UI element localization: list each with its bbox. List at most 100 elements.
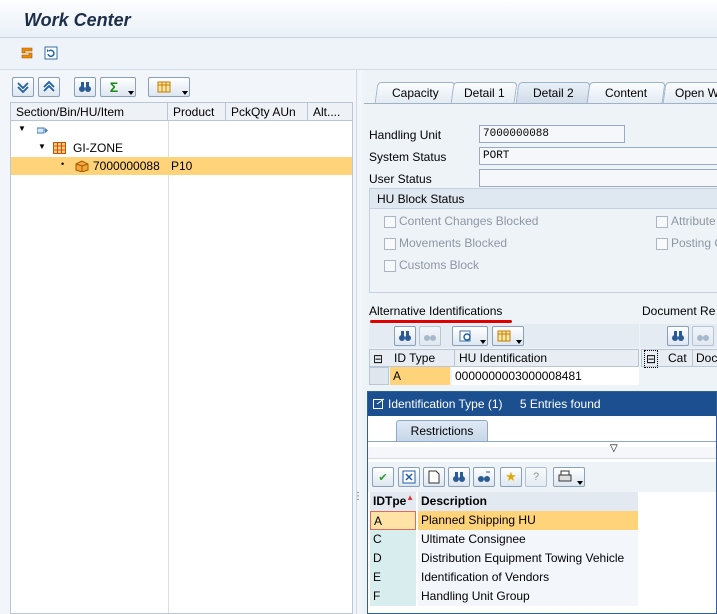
tab-restrictions[interactable]: Restrictions [396, 420, 488, 442]
column-header-hu-identification[interactable]: HU Identification [454, 350, 547, 366]
table-layout-icon [157, 81, 171, 93]
tab-detail-1[interactable]: Detail 1 [450, 82, 518, 104]
alt-hu-identification-cell[interactable]: 0000000003000008481 [452, 367, 639, 385]
title-bar: Work Center [0, 0, 717, 38]
list-item[interactable]: D Distribution Equipment Towing Vehicle [370, 549, 638, 568]
hu-block-status-title: HU Block Status [370, 189, 717, 209]
red-underline [370, 320, 512, 323]
tree-product-hu: P10 [171, 159, 193, 173]
leaf-bullet-icon: • [61, 159, 65, 169]
alt-find-next-button[interactable] [419, 326, 441, 346]
doc-find-button[interactable] [667, 326, 689, 346]
printer-icon [558, 470, 572, 482]
alt-find-button[interactable] [394, 326, 416, 346]
tab-open-w[interactable]: Open W [662, 82, 717, 104]
tab-content[interactable]: Content [586, 82, 666, 104]
column-header-docu[interactable]: Docu [692, 350, 717, 366]
list-item[interactable]: F Handling Unit Group [370, 587, 638, 606]
list-item[interactable]: E Identification of Vendors [370, 568, 638, 587]
handling-unit-label: Handling Unit [369, 128, 442, 142]
find-button[interactable] [74, 77, 96, 97]
expand-arrow-icon[interactable]: ▼ [18, 120, 26, 138]
favorites-button[interactable]: ★ [500, 467, 522, 487]
details-icon [459, 330, 471, 342]
tree-label-section: GI-ZONE [73, 141, 123, 155]
column-header-idtpe[interactable]: IDTpe ▲ [370, 492, 416, 511]
sort-ascending-icon: ▲ [406, 493, 414, 502]
restrictions-collapse-bar[interactable]: ▽ [368, 443, 716, 459]
alt-id-grid-header: ⊟ ID Type HU Identification [369, 349, 639, 367]
customs-block-label: Customs Block [399, 258, 480, 272]
content-changes-blocked-checkbox[interactable] [384, 216, 396, 228]
binoculars-next-icon [697, 335, 709, 341]
layout-button[interactable] [148, 77, 190, 97]
star-icon: ★ [505, 469, 517, 484]
binoculars-icon [672, 331, 684, 341]
tab-capacity[interactable]: Capacity [374, 82, 456, 104]
alt-details-button[interactable] [452, 326, 488, 346]
select-all-icon[interactable]: ⊟ [644, 350, 659, 368]
collapse-down-icon[interactable]: ▽ [610, 443, 618, 454]
collapse-all-button[interactable] [38, 77, 60, 97]
binoculars-next-icon [478, 471, 490, 482]
binoculars-icon [79, 82, 91, 92]
tree-row-root[interactable]: ▼ [11, 121, 352, 139]
column-header-description[interactable]: Description [418, 492, 638, 511]
posting-checkbox[interactable] [656, 238, 668, 250]
tree-row-hu[interactable]: • 7000000088 P10 [11, 157, 352, 175]
column-header-cat[interactable]: Cat [668, 350, 687, 366]
identification-type-popup: Identification Type (1) 5 Entries found … [367, 391, 717, 614]
column-header-product[interactable]: Product [168, 103, 226, 121]
help-button[interactable]: ? [525, 467, 547, 487]
select-all-icon[interactable]: ⊟ [373, 351, 383, 367]
tab-detail-2[interactable]: Detail 2 [515, 82, 591, 104]
column-header-id-type[interactable]: ID Type [394, 350, 435, 366]
popup-find-button[interactable] [448, 467, 470, 487]
window-icon [373, 398, 385, 409]
popup-title-bar: Identification Type (1) 5 Entries found [368, 392, 716, 416]
value-list-header: IDTpe ▲ Description [370, 492, 638, 511]
storage-section-icon [53, 142, 66, 154]
value-list: IDTpe ▲ Description A Planned Shipping HU … [370, 492, 638, 608]
handling-unit-box-icon [75, 160, 89, 172]
handling-unit-field[interactable]: 7000000088 [479, 125, 625, 143]
expand-icon [17, 82, 29, 94]
popup-find-next-button[interactable] [473, 467, 495, 487]
tree-header: Section/Bin/HU/Item Product PckQty AUn A… [11, 103, 352, 121]
print-button[interactable] [553, 467, 585, 487]
column-header-section[interactable]: Section/Bin/HU/Item [11, 103, 168, 121]
customs-block-checkbox[interactable] [384, 260, 396, 272]
column-header-alt[interactable]: Alt.... [308, 103, 354, 121]
movements-blocked-checkbox[interactable] [384, 238, 396, 250]
document-re-title: Document Re [642, 304, 716, 318]
list-item[interactable]: C Ultimate Consignee [370, 530, 638, 549]
system-status-label: System Status [369, 150, 447, 164]
sigma-icon: Σ [109, 79, 119, 95]
column-header-pckqty[interactable]: PckQty AUn [226, 103, 308, 121]
user-status-label: User Status [369, 172, 432, 186]
attribute-checkbox[interactable] [656, 216, 668, 228]
popup-entries-found: 5 Entries found [519, 397, 601, 411]
movements-blocked-label: Movements Blocked [399, 236, 508, 250]
doc-find-next-button[interactable] [692, 326, 714, 346]
doc-grid-header: ⊟ Cat Docu [641, 349, 717, 368]
user-status-field[interactable] [479, 169, 717, 187]
confirm-button[interactable]: ✔ [372, 467, 394, 487]
hu-tree: Section/Bin/HU/Item Product PckQty AUn A… [10, 102, 353, 614]
hu-block-status-group: HU Block Status Content Changes Blocked … [369, 188, 717, 293]
row-selector[interactable] [369, 367, 389, 385]
new-entry-button[interactable] [423, 467, 445, 487]
cancel-button[interactable] [398, 467, 420, 487]
collapse-icon [43, 80, 55, 92]
system-status-field[interactable]: PORT [479, 147, 717, 165]
sum-button[interactable]: Σ [100, 77, 136, 97]
alt-id-type-cell[interactable]: A [390, 367, 450, 385]
posting-label: Posting C [671, 236, 717, 250]
alt-layout-button[interactable] [492, 326, 524, 346]
expand-all-button[interactable] [12, 77, 34, 97]
expand-arrow-icon[interactable]: ▼ [38, 138, 46, 156]
refresh-icon[interactable] [42, 44, 60, 62]
table-layout-icon [497, 330, 511, 342]
execute-icon[interactable] [18, 44, 36, 62]
list-item[interactable]: A Planned Shipping HU [370, 511, 638, 530]
